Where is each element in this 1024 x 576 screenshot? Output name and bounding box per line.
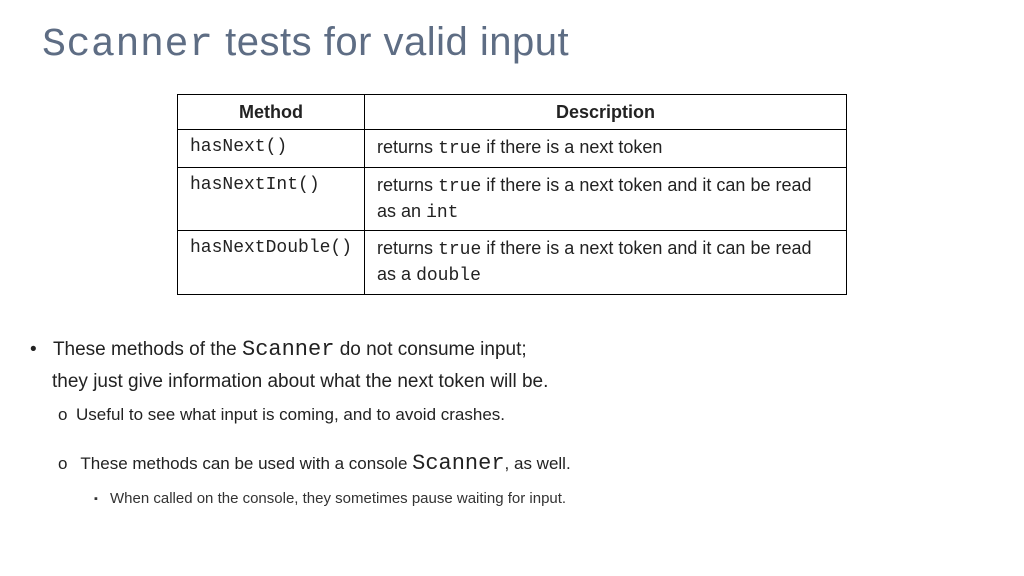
table-row: hasNextDouble() returns true if there is…	[178, 231, 847, 295]
list-item: These methods can be used with a console…	[76, 447, 984, 510]
list-item: When called on the console, they sometim…	[110, 487, 984, 510]
slide-title: Scanner tests for valid input	[42, 20, 984, 68]
method-cell: hasNextDouble()	[178, 231, 365, 295]
table-row: hasNext() returns true if there is a nex…	[178, 130, 847, 167]
desc-cell: returns true if there is a next token	[365, 130, 847, 167]
list-item: These methods of the Scanner do not cons…	[34, 333, 984, 510]
title-code: Scanner	[42, 23, 214, 68]
desc-cell: returns true if there is a next token an…	[365, 167, 847, 231]
method-cell: hasNext()	[178, 130, 365, 167]
col-description: Description	[365, 95, 847, 130]
sub-list: Useful to see what input is coming, and …	[76, 402, 984, 510]
col-method: Method	[178, 95, 365, 130]
list-item: Useful to see what input is coming, and …	[76, 402, 984, 428]
bullet-list: These methods of the Scanner do not cons…	[34, 333, 984, 510]
table-row: hasNextInt() returns true if there is a …	[178, 167, 847, 231]
table-header-row: Method Description	[178, 95, 847, 130]
sub-sub-list: When called on the console, they sometim…	[110, 487, 984, 510]
list-item-cont: they just give information about what th…	[34, 367, 984, 396]
title-rest: tests for valid input	[214, 20, 570, 64]
method-cell: hasNextInt()	[178, 167, 365, 231]
methods-table: Method Description hasNext() returns tru…	[177, 94, 847, 295]
desc-cell: returns true if there is a next token an…	[365, 231, 847, 295]
